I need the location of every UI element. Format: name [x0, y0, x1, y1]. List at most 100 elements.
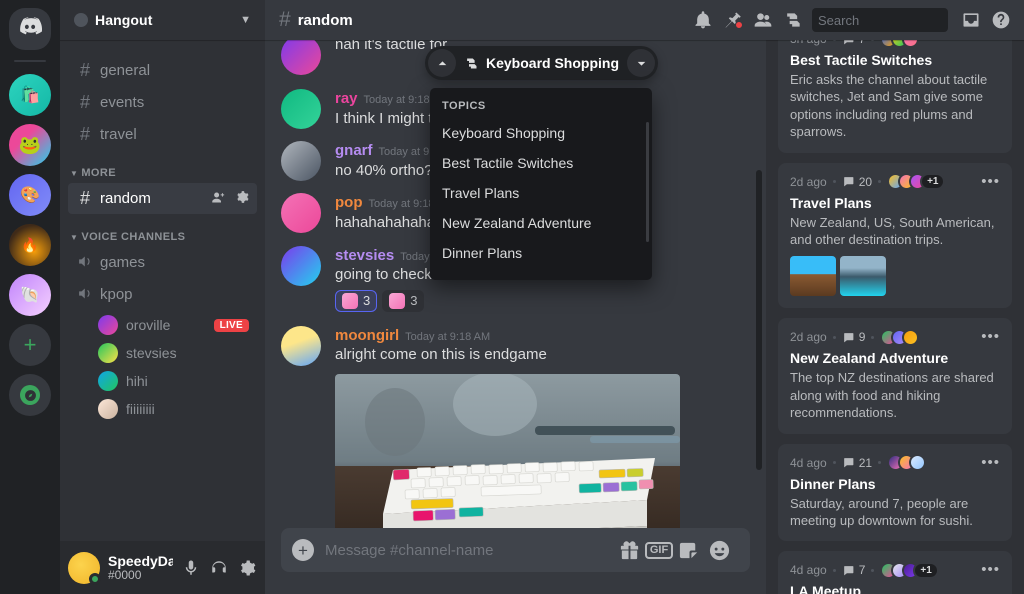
chat-scrollbar[interactable]	[756, 170, 762, 470]
avatar	[902, 328, 920, 346]
bell-icon[interactable]	[690, 8, 716, 32]
topic-prev-button[interactable]	[428, 49, 456, 77]
topic-description: Eric asks the channel about tactile swit…	[790, 72, 988, 140]
guild-header[interactable]: Hangout ▼	[60, 0, 265, 40]
topic-card-meta: 2d ago 9 •••	[790, 328, 1000, 346]
members-icon[interactable]	[750, 8, 776, 32]
reaction-chip[interactable]: 3	[382, 289, 425, 312]
pin-icon[interactable]	[720, 8, 746, 32]
separator-dot	[832, 461, 836, 465]
topic-card[interactable]: 3h ago 7 ••• Be	[778, 40, 1012, 153]
voice-member-stevsies[interactable]: stevsies	[68, 339, 257, 367]
voice-member-fiiiiiiii[interactable]: fiiiiiiii	[68, 395, 257, 423]
topic-card[interactable]: 2d ago 9 ••• New Zealand Adventure The t…	[778, 318, 1012, 434]
rail-divider	[14, 60, 46, 62]
message-composer: + GIF	[265, 528, 766, 594]
topic-more-options-icon[interactable]: •••	[981, 562, 1000, 577]
channel-random[interactable]: # random	[68, 183, 257, 214]
emoji-icon[interactable]	[704, 535, 734, 565]
topic-pill[interactable]: Keyboard Shopping	[425, 46, 658, 80]
discord-home-button[interactable]	[9, 8, 51, 50]
topic-more-options-icon[interactable]: •••	[981, 174, 1000, 189]
server-icon-5[interactable]: 🐚	[9, 274, 51, 316]
topic-description: New Zealand, US, South American, and oth…	[790, 214, 995, 248]
reaction-bar: 3 3	[335, 289, 750, 312]
topic-next-button[interactable]	[627, 49, 655, 77]
chevron-down-icon[interactable]: ▼	[240, 14, 251, 26]
topic-card[interactable]: 2d ago 20 +1 ••• Travel Plans New Zealan…	[778, 162, 1012, 309]
headphones-icon[interactable]	[209, 558, 229, 578]
voice-member-hihi[interactable]: hihi	[68, 367, 257, 395]
microphone-icon[interactable]	[181, 558, 201, 578]
topics-menu-item-dinner-plans[interactable]: Dinner Plans	[430, 238, 652, 268]
topics-menu-item-new-zealand-adventure[interactable]: New Zealand Adventure	[430, 208, 652, 238]
channel-name: travel	[100, 126, 137, 143]
topics-menu-item-best-tactile-switches[interactable]: Best Tactile Switches	[430, 148, 652, 178]
topic-title: Dinner Plans	[790, 475, 876, 492]
help-icon[interactable]	[988, 8, 1014, 32]
topic-more-options-icon[interactable]: •••	[981, 455, 1000, 470]
server-icon-2[interactable]: 🐸	[9, 124, 51, 166]
message-author[interactable]: pop	[335, 193, 363, 213]
topics-menu-item-keyboard-shopping[interactable]: Keyboard Shopping	[430, 118, 652, 148]
search-box[interactable]	[812, 8, 994, 32]
avatar[interactable]	[281, 40, 321, 75]
topic-more-options-icon[interactable]: •••	[981, 329, 1000, 344]
topic-card[interactable]: 4d ago 7 +1 ••• LA Meetup	[778, 551, 1012, 594]
topic-current-label-wrap[interactable]: Keyboard Shopping	[462, 55, 621, 71]
sticker-icon[interactable]	[674, 535, 704, 565]
message-author[interactable]: ray	[335, 89, 358, 109]
count-value: 7	[858, 563, 866, 578]
thumbnail-image[interactable]	[790, 256, 836, 297]
explore-servers-button[interactable]	[9, 374, 51, 416]
threads-icon	[467, 58, 477, 68]
message-input[interactable]	[325, 541, 614, 559]
server-4-glyph: 🔥	[21, 236, 39, 253]
voice-channel-kpop[interactable]: kpop	[68, 279, 257, 310]
facepile-overflow-count: +1	[920, 173, 946, 191]
topics-menu-item-travel-plans[interactable]: Travel Plans	[430, 178, 652, 208]
separator-dot	[832, 180, 836, 184]
avatar[interactable]	[68, 551, 101, 585]
server-3-glyph: 🎨	[20, 187, 40, 204]
add-server-button[interactable]: +	[9, 324, 51, 366]
separator-dot	[871, 335, 875, 339]
gear-icon[interactable]	[237, 558, 257, 578]
voice-channel-games[interactable]: games	[68, 247, 257, 278]
server-icon-4[interactable]: 🔥	[9, 224, 51, 266]
server-icon-1[interactable]: 🛍️	[9, 74, 51, 116]
topic-more-options-icon[interactable]: •••	[981, 40, 1000, 46]
gif-button[interactable]: GIF	[644, 535, 674, 565]
inbox-icon[interactable]	[958, 8, 984, 32]
user-identity[interactable]: SpeedyDave #0000	[108, 553, 173, 583]
message-author[interactable]: moongirl	[335, 326, 399, 346]
message-author[interactable]: stevsies	[335, 246, 394, 266]
channel-general[interactable]: # general	[68, 55, 257, 86]
channel-settings-icon[interactable]	[235, 190, 249, 207]
topic-message-count: 7	[842, 563, 866, 578]
topics-menu-scrollbar[interactable]	[646, 122, 649, 242]
avatar[interactable]	[281, 193, 321, 234]
gift-icon[interactable]	[614, 535, 644, 565]
composer-input-wrap[interactable]: + GIF	[281, 528, 750, 572]
add-attachment-button[interactable]: +	[281, 528, 325, 572]
reaction-chip[interactable]: 3	[335, 289, 378, 312]
threads-icon[interactable]	[780, 8, 806, 32]
avatar[interactable]	[281, 141, 321, 182]
message-author[interactable]: gnarf	[335, 141, 373, 161]
topic-card[interactable]: 4d ago 21 ••• Dinner Plans Saturday, aro…	[778, 443, 1012, 542]
server-icon-3[interactable]: 🎨	[9, 174, 51, 216]
category-more[interactable]: ▼ MORE	[60, 151, 265, 182]
avatar[interactable]	[281, 245, 321, 286]
keyboard-image-attachment[interactable]	[335, 373, 680, 528]
voice-member-name: hihi	[126, 373, 148, 389]
thumbnail-image[interactable]	[840, 256, 886, 297]
invite-member-icon[interactable]	[211, 190, 226, 208]
voice-member-oroville[interactable]: oroville LIVE	[68, 311, 257, 339]
topics-panel: 3h ago 7 ••• Be	[766, 40, 1024, 594]
channel-events[interactable]: # events	[68, 87, 257, 118]
avatar[interactable]	[281, 89, 321, 129]
category-voice-channels[interactable]: ▼ VOICE CHANNELS	[60, 215, 265, 246]
avatar[interactable]	[281, 325, 321, 366]
channel-travel[interactable]: # travel	[68, 119, 257, 150]
